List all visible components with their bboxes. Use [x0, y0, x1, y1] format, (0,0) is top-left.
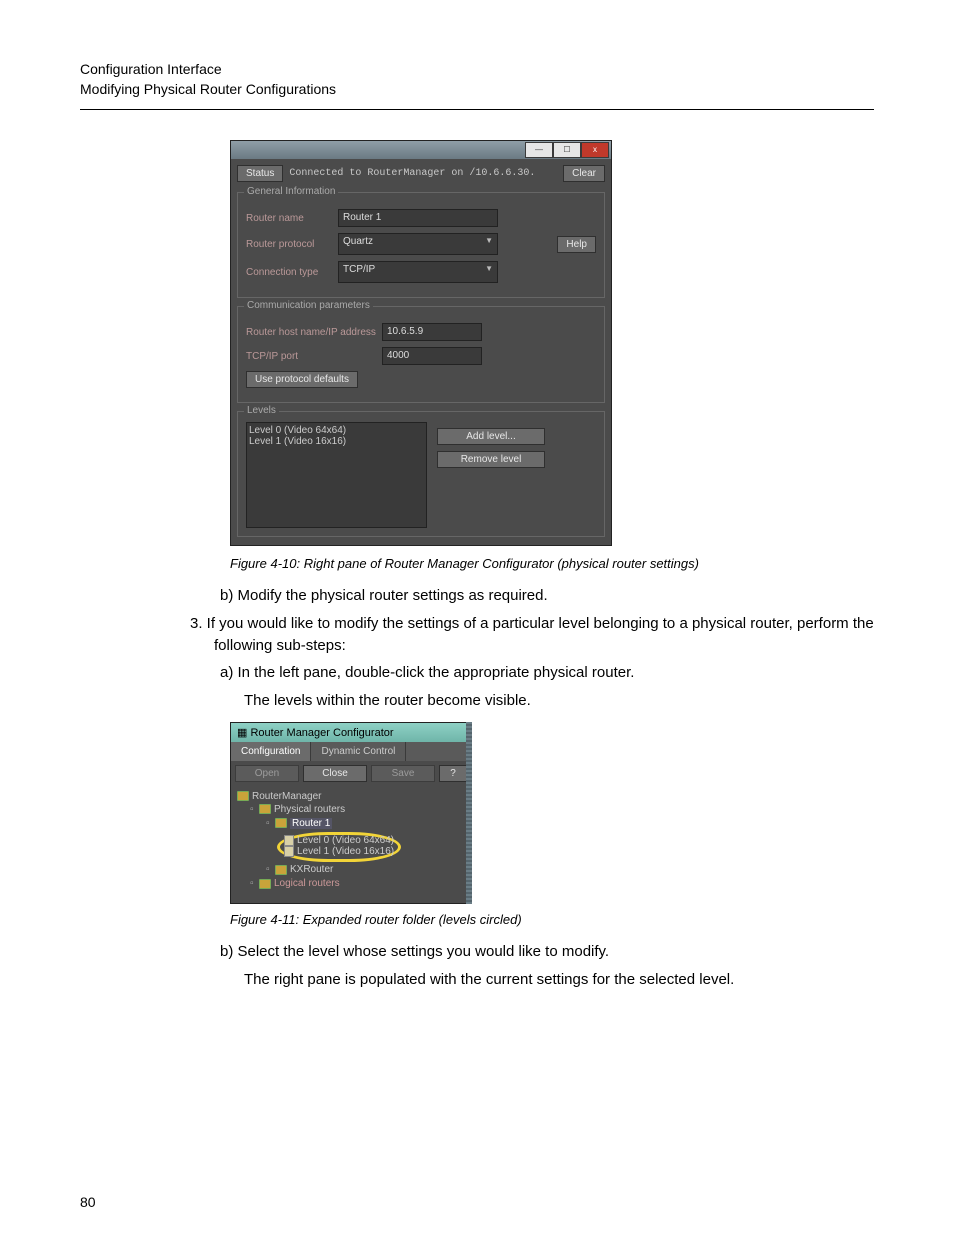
levels-group: Levels Level 0 (Video 64x64) Level 1 (Vi… — [237, 411, 605, 537]
tab-dynamic-control[interactable]: Dynamic Control — [311, 742, 406, 761]
tcpip-port-label: TCP/IP port — [246, 351, 376, 362]
tree-root[interactable]: RouterManager — [237, 790, 465, 803]
configurator-tree-window: ▦ Router Manager Configurator Configurat… — [230, 722, 472, 904]
clear-button[interactable]: Clear — [563, 165, 605, 182]
general-info-group: General Information Router name Router 1… — [237, 192, 605, 298]
status-button[interactable]: Status — [237, 165, 283, 182]
level-item-1[interactable]: Level 1 (Video 16x16) — [249, 436, 424, 447]
status-text: Connected to RouterManager on /10.6.6.30… — [289, 168, 557, 179]
add-level-button[interactable]: Add level... — [437, 428, 545, 445]
help-button[interactable]: Help — [557, 236, 596, 253]
level-item-0[interactable]: Level 0 (Video 64x64) — [249, 425, 424, 436]
tcpip-port-input[interactable]: 4000 — [382, 347, 482, 365]
step-3a-cont: The levels within the router become visi… — [244, 690, 874, 712]
open-button[interactable]: Open — [235, 765, 299, 782]
levels-listbox[interactable]: Level 0 (Video 64x64) Level 1 (Video 16x… — [246, 422, 427, 528]
save-button[interactable]: Save — [371, 765, 435, 782]
tree-logical-routers[interactable]: ▫Logical routers — [237, 877, 465, 891]
comm-params-group: Communication parameters Router host nam… — [237, 306, 605, 403]
tree-kxrouter[interactable]: ▫KXRouter — [237, 863, 465, 877]
tab-configuration[interactable]: Configuration — [231, 742, 311, 761]
step-3b: b) Select the level whose settings you w… — [220, 941, 874, 963]
step-3b-cont: The right pane is populated with the cur… — [244, 969, 874, 991]
window-titlebar: — ☐ x — [231, 141, 611, 159]
remove-level-button[interactable]: Remove level — [437, 451, 545, 468]
router-name-input[interactable]: Router 1 — [338, 209, 498, 227]
tree-physical-routers[interactable]: ▫Physical routers — [237, 803, 465, 817]
configurator-title: ▦ Router Manager Configurator — [231, 723, 471, 742]
router-name-label: Router name — [246, 213, 332, 224]
comm-params-title: Communication parameters — [244, 300, 373, 311]
router-protocol-select[interactable]: Quartz — [338, 233, 498, 255]
step-3: 3. If you would like to modify the setti… — [190, 613, 874, 657]
file-icon — [284, 846, 294, 857]
host-address-input[interactable]: 10.6.5.9 — [382, 323, 482, 341]
file-icon — [284, 835, 294, 846]
folder-icon — [237, 791, 249, 801]
router-tree[interactable]: RouterManager ▫Physical routers ▫Router … — [231, 786, 471, 903]
step-3a: a) In the left pane, double-click the ap… — [220, 662, 874, 684]
folder-icon — [275, 865, 287, 875]
minimize-button[interactable]: — — [525, 142, 553, 158]
page-header: Configuration Interface Modifying Physic… — [80, 60, 874, 110]
folder-icon — [259, 879, 271, 889]
folder-icon — [259, 804, 271, 814]
host-address-label: Router host name/IP address — [246, 327, 376, 338]
close-button-toolbar[interactable]: Close — [303, 765, 367, 782]
general-info-title: General Information — [244, 186, 338, 197]
maximize-button[interactable]: ☐ — [553, 142, 581, 158]
router-settings-window: — ☐ x Status Connected to RouterManager … — [230, 140, 612, 546]
page-number: 80 — [80, 1194, 96, 1210]
connection-type-select[interactable]: TCP/IP — [338, 261, 498, 283]
header-line1: Configuration Interface — [80, 60, 874, 80]
router-protocol-label: Router protocol — [246, 239, 332, 250]
close-button[interactable]: x — [581, 142, 609, 158]
use-defaults-button[interactable]: Use protocol defaults — [246, 371, 358, 388]
connection-type-label: Connection type — [246, 267, 332, 278]
levels-title: Levels — [244, 405, 279, 416]
folder-icon — [275, 818, 287, 828]
figure-4-10-caption: Figure 4-10: Right pane of Router Manage… — [230, 556, 874, 571]
help-button-toolbar[interactable]: ? — [439, 765, 467, 782]
header-line2: Modifying Physical Router Configurations — [80, 80, 874, 100]
tree-levels-highlight: Level 0 (Video 64x64) Level 1 (Video 16x… — [237, 831, 465, 863]
levels-circled-highlight: Level 0 (Video 64x64) Level 1 (Video 16x… — [277, 832, 401, 862]
tree-level-0[interactable]: Level 0 (Video 64x64) — [284, 835, 394, 846]
tree-router-1[interactable]: ▫Router 1 — [237, 817, 465, 831]
pane-splitter[interactable] — [466, 722, 472, 904]
step-b-modify: b) Modify the physical router settings a… — [220, 585, 874, 607]
figure-4-11-caption: Figure 4-11: Expanded router folder (lev… — [230, 912, 874, 927]
tree-level-1[interactable]: Level 1 (Video 16x16) — [284, 846, 394, 857]
